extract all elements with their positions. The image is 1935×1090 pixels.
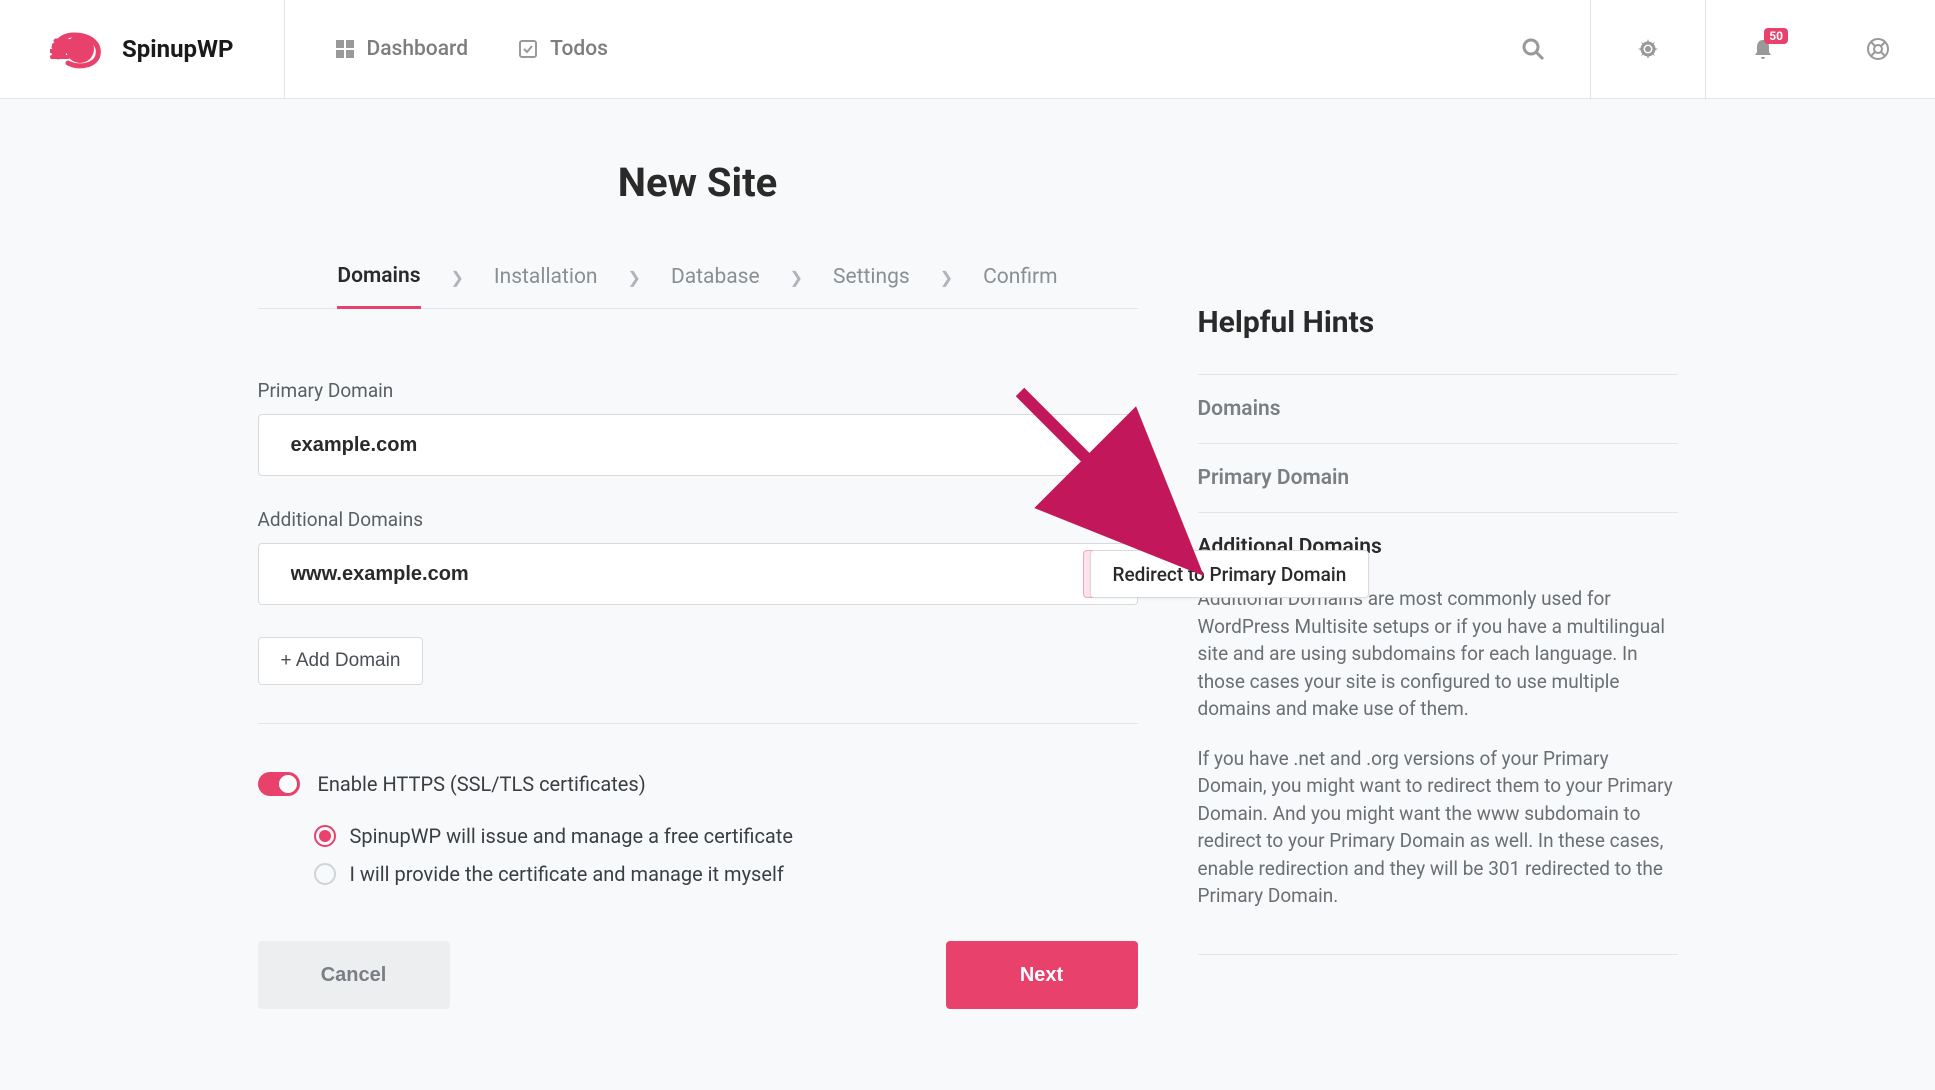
primary-domain-input[interactable] [258, 414, 1138, 476]
radio-selected-icon [314, 825, 336, 847]
redirect-tooltip: Redirect to Primary Domain [1090, 550, 1370, 598]
logo[interactable]: SpinupWP [0, 0, 285, 98]
hint-domains[interactable]: Domains [1198, 374, 1678, 443]
https-toggle-label: Enable HTTPS (SSL/TLS certificates) [318, 772, 646, 796]
content: New Site Domains ❯ Installation ❯ Databa… [0, 99, 1935, 1009]
help-button[interactable] [1820, 0, 1935, 98]
todos-icon [518, 39, 538, 59]
page-title: New Site [258, 159, 1138, 206]
main-column: New Site Domains ❯ Installation ❯ Databa… [258, 159, 1138, 1009]
cert-radio-group: SpinupWP will issue and manage a free ce… [258, 824, 1138, 886]
hint-bottom-divider [1198, 954, 1678, 955]
notifications-button[interactable]: 50 [1705, 0, 1820, 98]
cancel-button[interactable]: Cancel [258, 941, 450, 1009]
dashboard-icon [335, 39, 355, 59]
gear-icon [1636, 37, 1660, 61]
app-header: SpinupWP Dashboard Todos 50 [0, 0, 1935, 99]
nav-dashboard-label: Dashboard [367, 37, 469, 61]
chevron-right-icon: ❯ [940, 268, 953, 297]
divider [258, 723, 1138, 724]
cert-auto-radio[interactable]: SpinupWP will issue and manage a free ce… [314, 824, 1138, 848]
hint-primary-label: Primary Domain [1198, 466, 1678, 490]
main-nav: Dashboard Todos [285, 0, 1476, 98]
spinupwp-logo-icon [50, 27, 106, 71]
additional-domain-input[interactable] [258, 543, 1138, 605]
settings-button[interactable] [1590, 0, 1705, 98]
chevron-right-icon: ❯ [451, 268, 464, 297]
chevron-right-icon: ❯ [628, 268, 641, 297]
search-icon [1521, 37, 1545, 61]
brand-name: SpinupWP [122, 35, 234, 63]
header-right: 50 [1475, 0, 1935, 98]
cert-auto-label: SpinupWP will issue and manage a free ce… [350, 824, 793, 848]
next-button[interactable]: Next [946, 941, 1138, 1009]
primary-domain-label: Primary Domain [258, 379, 1138, 402]
hint-p1: Additional Domains are most commonly use… [1198, 585, 1678, 723]
https-toggle-row: Enable HTTPS (SSL/TLS certificates) [258, 772, 1138, 796]
https-toggle[interactable] [258, 772, 300, 796]
step-installation[interactable]: Installation [494, 257, 598, 307]
primary-domain-group: Primary Domain [258, 379, 1138, 476]
step-database[interactable]: Database [671, 257, 760, 307]
cert-manual-radio[interactable]: I will provide the certificate and manag… [314, 862, 1138, 886]
additional-domains-group: Additional Domains Redirect to Primary D… [258, 508, 1138, 605]
hints-title: Helpful Hints [1198, 305, 1678, 340]
additional-domains-label: Additional Domains [258, 508, 1138, 531]
search-button[interactable] [1475, 0, 1590, 98]
add-domain-button[interactable]: + Add Domain [258, 637, 424, 685]
step-confirm[interactable]: Confirm [983, 257, 1057, 307]
nav-dashboard[interactable]: Dashboard [335, 37, 469, 61]
steps-breadcrumb: Domains ❯ Installation ❯ Database ❯ Sett… [258, 256, 1138, 309]
cert-manual-label: I will provide the certificate and manag… [350, 862, 784, 886]
radio-unselected-icon [314, 863, 336, 885]
step-settings[interactable]: Settings [833, 257, 910, 307]
footer-buttons: Cancel Next [258, 941, 1138, 1009]
nav-todos-label: Todos [550, 37, 608, 61]
hint-domains-label: Domains [1198, 397, 1678, 421]
nav-todos[interactable]: Todos [518, 37, 608, 61]
notifications-badge: 50 [1764, 28, 1788, 44]
chevron-right-icon: ❯ [790, 268, 803, 297]
lifebuoy-icon [1866, 37, 1890, 61]
hint-primary-domain[interactable]: Primary Domain [1198, 443, 1678, 512]
step-domains[interactable]: Domains [337, 256, 420, 309]
hint-p2: If you have .net and .org versions of yo… [1198, 745, 1678, 910]
